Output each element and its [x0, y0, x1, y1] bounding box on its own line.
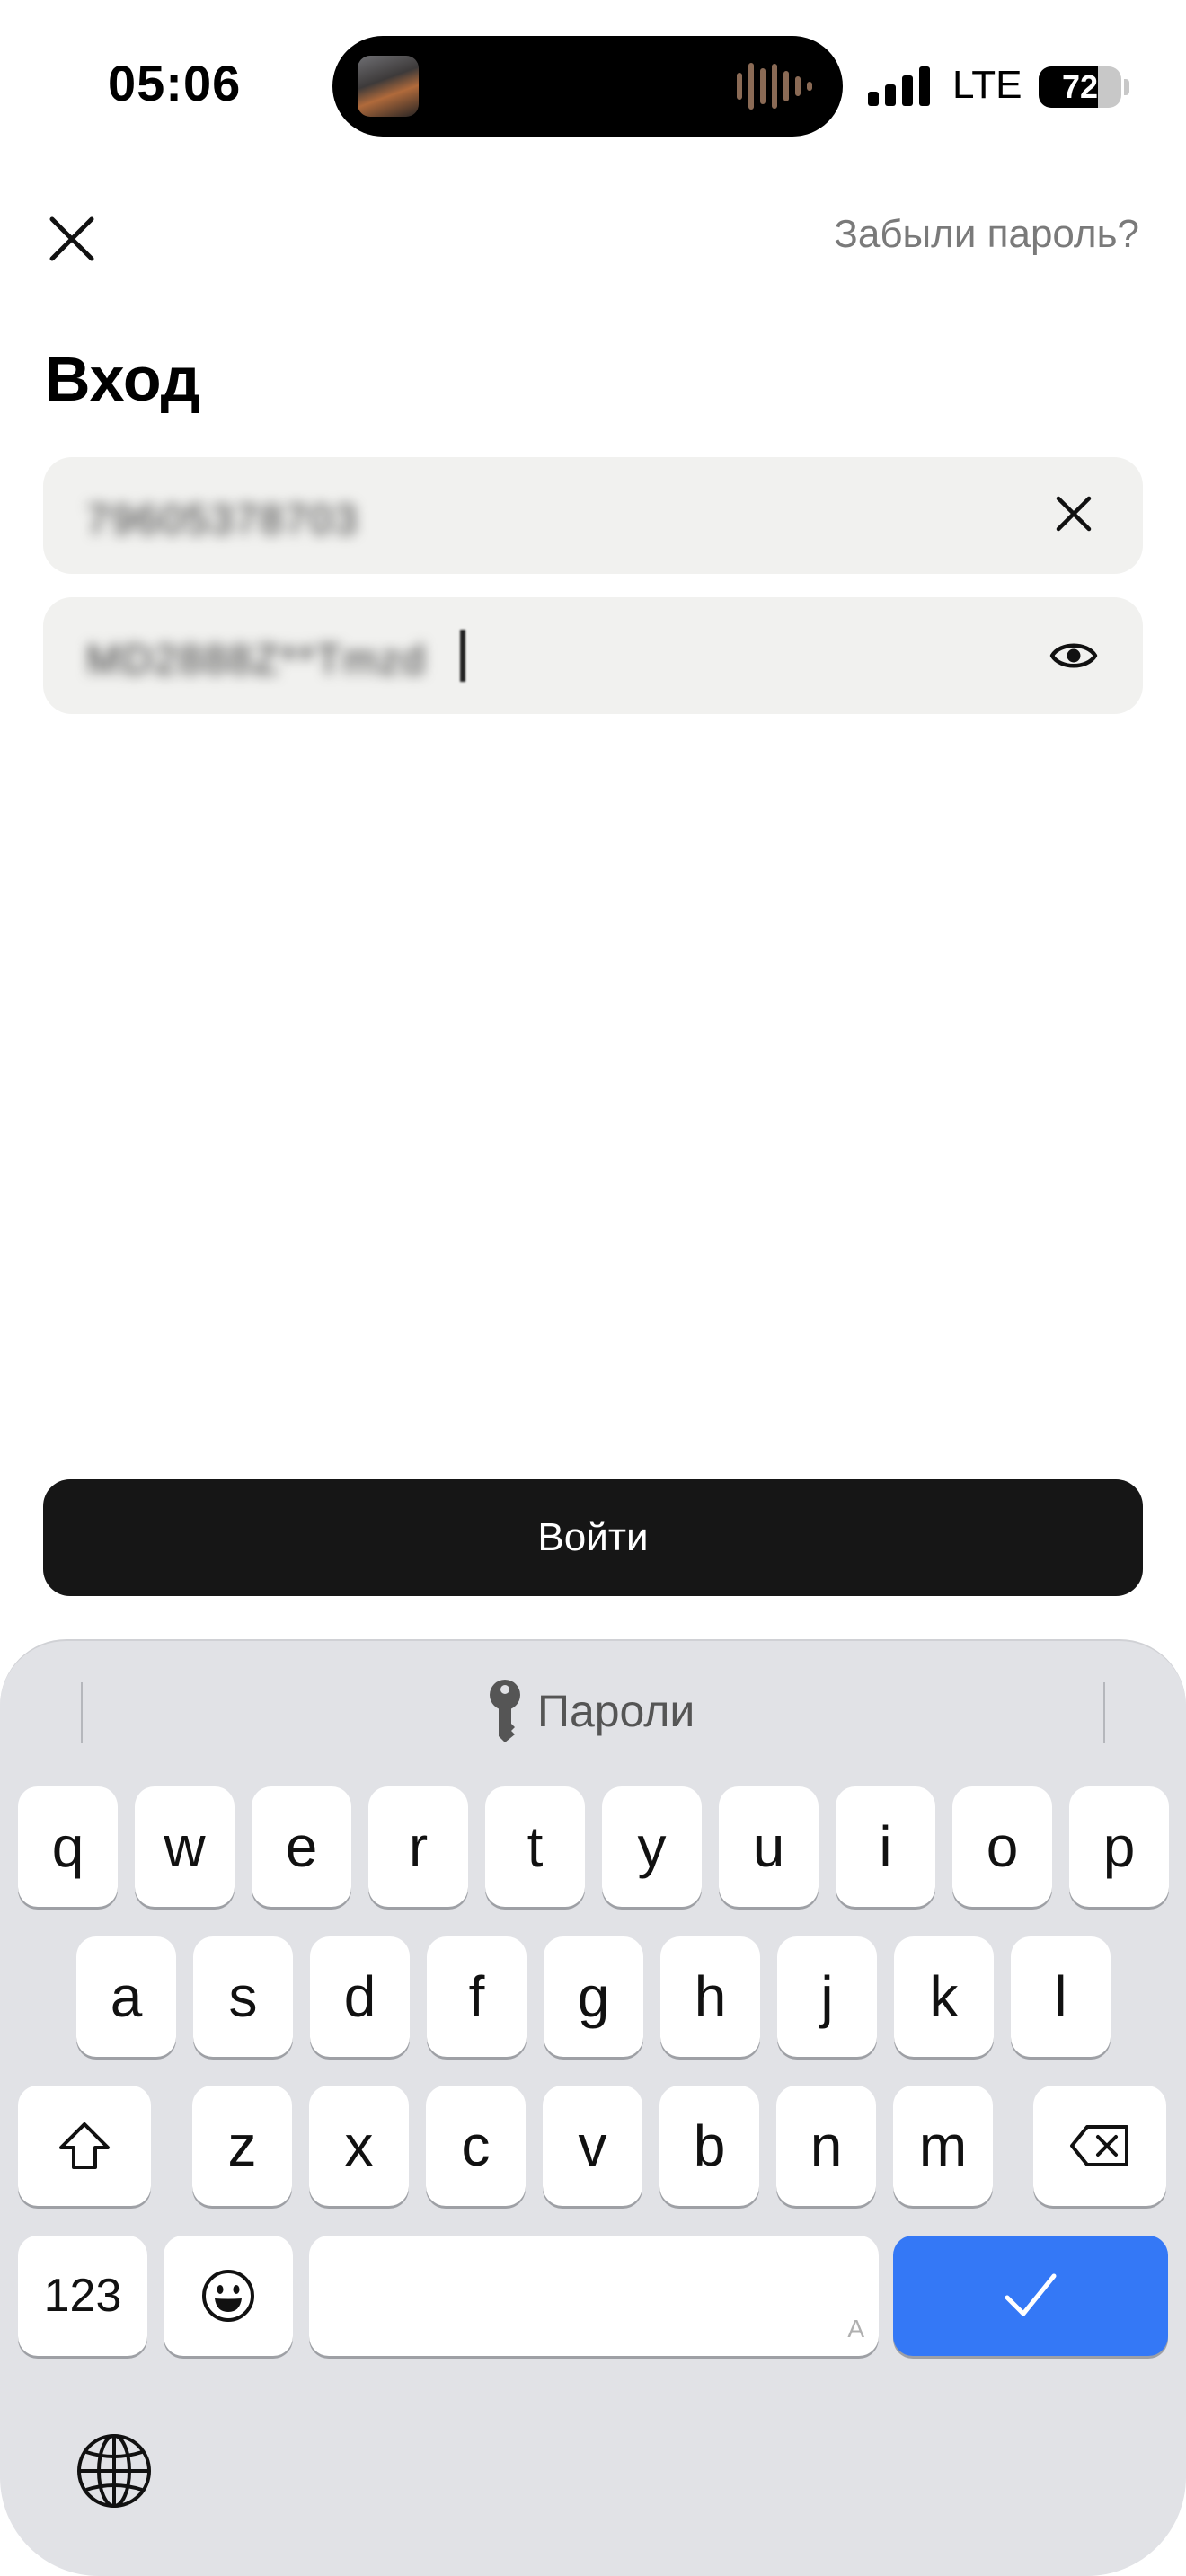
- passwords-label: Пароли: [537, 1686, 695, 1736]
- key-w[interactable]: w: [135, 1786, 235, 1907]
- checkmark-icon: [1005, 2273, 1057, 2316]
- delete-icon: [1070, 2125, 1128, 2166]
- clear-icon: [1056, 496, 1092, 532]
- password-field[interactable]: MD2888Z**Tmzd: [43, 597, 1143, 714]
- clear-button[interactable]: [1051, 491, 1096, 536]
- key-v[interactable]: v: [543, 2086, 642, 2206]
- text-caret: [460, 630, 465, 682]
- login-value: 79605378703: [86, 496, 359, 543]
- now-playing-artwork: [358, 56, 419, 117]
- key-r[interactable]: r: [368, 1786, 468, 1907]
- suggestion-divider-right: [1103, 1682, 1105, 1743]
- key-m[interactable]: m: [893, 2086, 993, 2206]
- close-icon: [49, 216, 94, 261]
- key-c[interactable]: c: [426, 2086, 526, 2206]
- forgot-password-link[interactable]: Забыли пароль?: [834, 212, 1139, 257]
- show-password-button[interactable]: [1049, 635, 1098, 676]
- key-y[interactable]: y: [602, 1786, 702, 1907]
- done-key[interactable]: [893, 2236, 1168, 2356]
- page-title: Вход: [45, 344, 201, 414]
- key-b[interactable]: b: [659, 2086, 759, 2206]
- key-z[interactable]: z: [192, 2086, 292, 2206]
- status-time: 05:06: [108, 55, 242, 111]
- shift-icon: [59, 2122, 110, 2169]
- key-x[interactable]: x: [309, 2086, 409, 2206]
- key-u[interactable]: u: [719, 1786, 819, 1907]
- key-d[interactable]: d: [310, 1936, 410, 2057]
- close-button[interactable]: [47, 214, 97, 264]
- key-k[interactable]: k: [894, 1936, 994, 2057]
- key-n[interactable]: n: [776, 2086, 876, 2206]
- battery-icon: 72: [1039, 66, 1121, 108]
- key-a[interactable]: a: [76, 1936, 176, 2057]
- space-key-hint: A: [847, 2315, 864, 2342]
- login-field[interactable]: 79605378703: [43, 457, 1143, 574]
- emoji-icon: [202, 2270, 254, 2322]
- key-e[interactable]: e: [252, 1786, 351, 1907]
- passwords-suggestion[interactable]: Пароли: [485, 1677, 695, 1745]
- language-button[interactable]: [74, 2430, 155, 2511]
- cellular-signal-icon: [868, 66, 930, 106]
- key-i[interactable]: i: [836, 1786, 935, 1907]
- numbers-key[interactable]: 123: [18, 2236, 147, 2356]
- key-l[interactable]: l: [1011, 1936, 1111, 2057]
- emoji-key[interactable]: [164, 2236, 293, 2356]
- key-g[interactable]: g: [544, 1936, 643, 2057]
- globe-icon: [77, 2434, 151, 2508]
- shift-key[interactable]: [18, 2086, 151, 2206]
- key-p[interactable]: p: [1069, 1786, 1169, 1907]
- suggestion-divider-left: [81, 1682, 83, 1743]
- key-s[interactable]: s: [193, 1936, 293, 2057]
- delete-key[interactable]: [1033, 2086, 1166, 2206]
- key-h[interactable]: h: [660, 1936, 760, 2057]
- key-t[interactable]: t: [485, 1786, 585, 1907]
- audio-waveform-icon: [737, 63, 812, 110]
- dynamic-island[interactable]: [332, 36, 843, 137]
- key-f[interactable]: f: [427, 1936, 527, 2057]
- login-button[interactable]: Войти: [43, 1479, 1143, 1596]
- key-icon: [490, 1680, 520, 1742]
- key-o[interactable]: o: [952, 1786, 1052, 1907]
- password-value: MD2888Z**Tmzd: [86, 636, 427, 683]
- space-key[interactable]: A: [309, 2236, 879, 2356]
- key-q[interactable]: q: [18, 1786, 118, 1907]
- eye-icon: [1049, 643, 1098, 668]
- battery-percent: 72: [1061, 68, 1099, 105]
- network-type: LTE: [952, 63, 1022, 107]
- battery-cap: [1124, 79, 1129, 95]
- key-j[interactable]: j: [777, 1936, 877, 2057]
- keyboard: Пароли qwertyuiop asdfghjkl zxcvbnm 123 …: [0, 1639, 1186, 2576]
